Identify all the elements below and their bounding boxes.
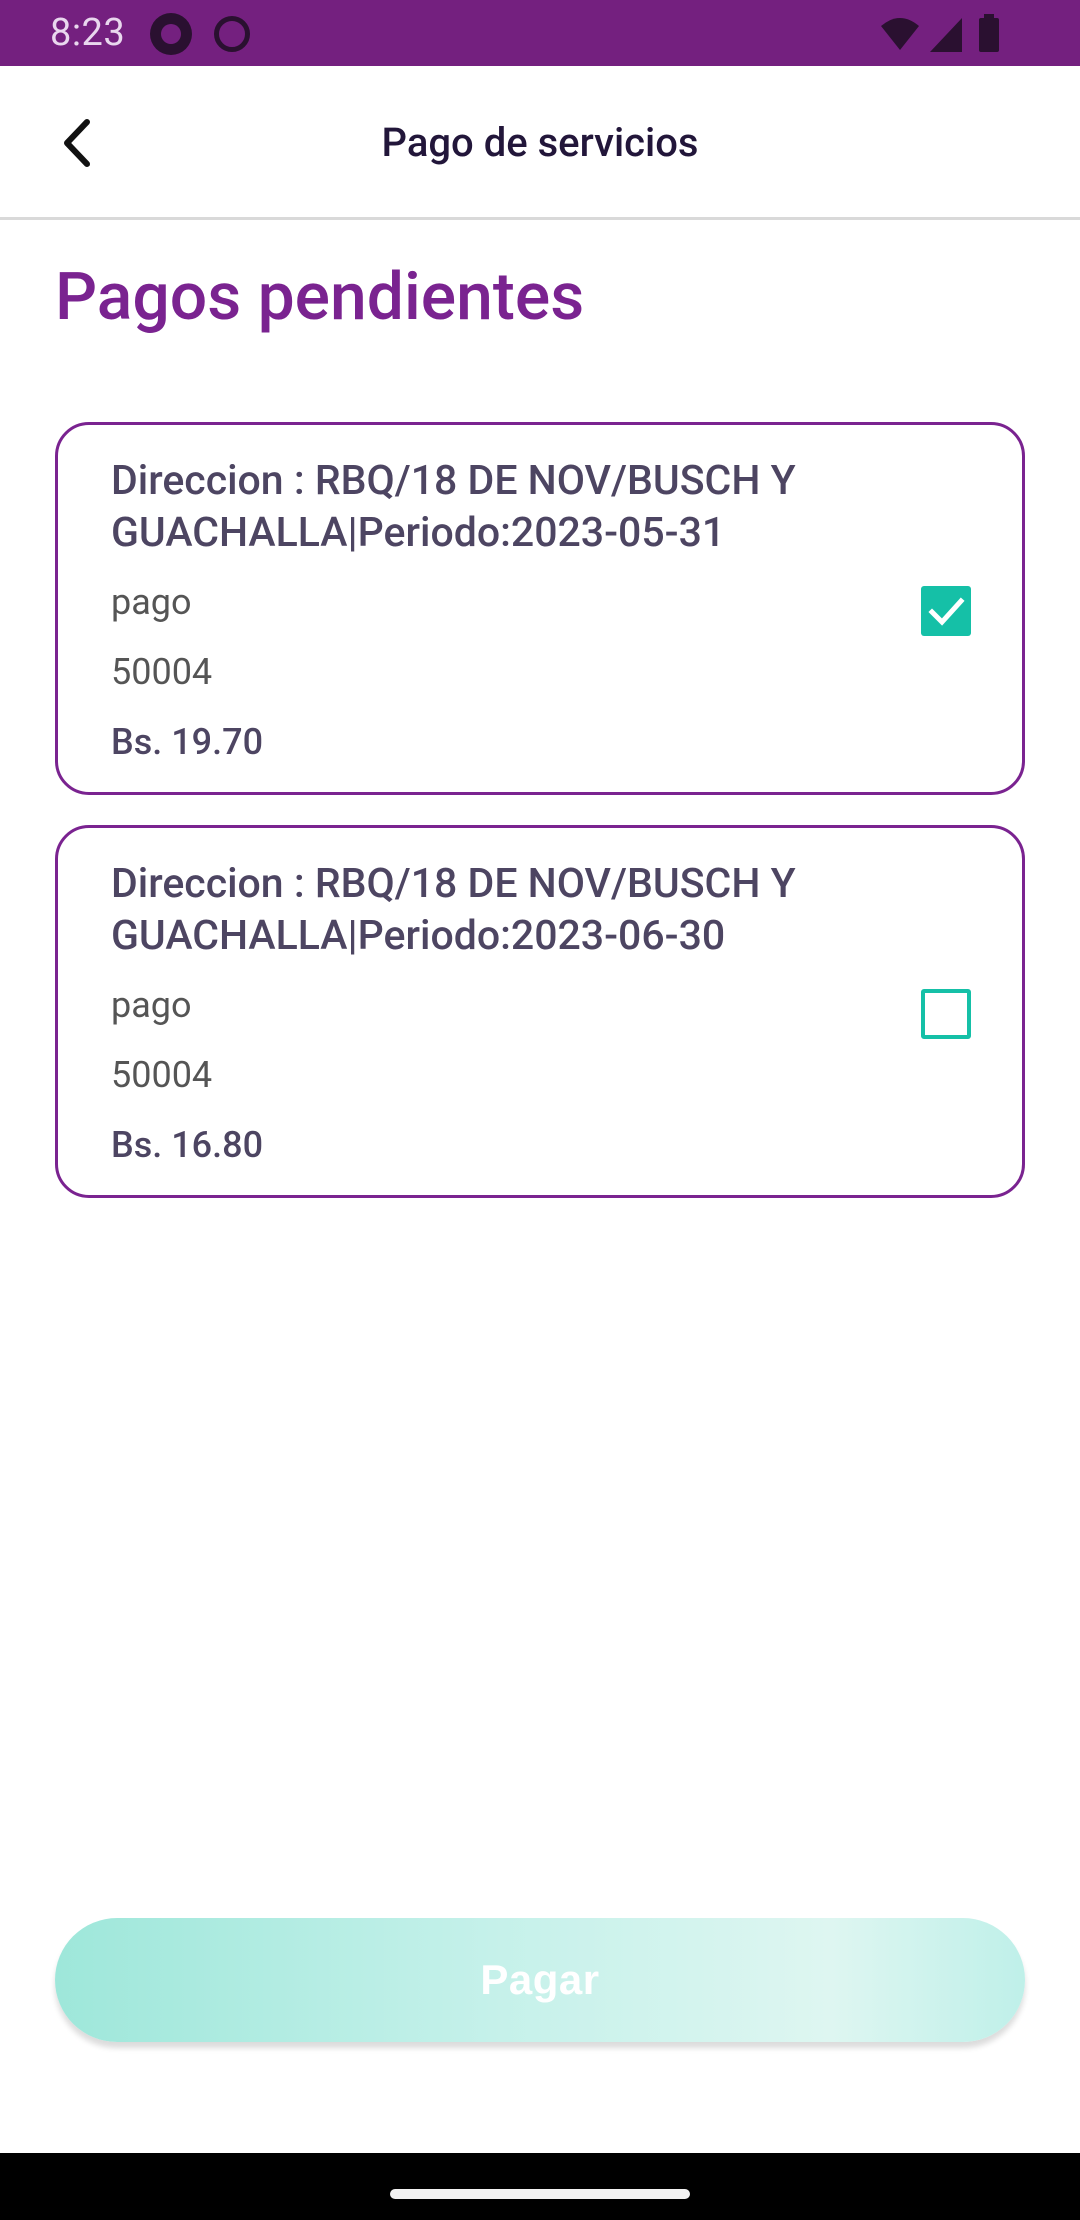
app-notification-icon <box>150 13 192 55</box>
home-gesture-handle[interactable] <box>390 2189 690 2199</box>
pay-button-label: Pagar <box>480 1956 600 2003</box>
wifi-icon <box>881 18 919 50</box>
battery-icon <box>979 14 999 52</box>
status-bar: 8:23 <box>0 0 1080 66</box>
payment-checkbox[interactable] <box>921 989 971 1039</box>
payment-checkbox[interactable] <box>921 586 971 636</box>
pay-button[interactable]: Pagar <box>55 1918 1025 2042</box>
payment-code: 50004 <box>111 651 213 693</box>
screen: 8:23 Pago de servicios Pagos pendientes <box>0 0 1080 2220</box>
app-bar: Pago de servicios <box>0 66 1080 220</box>
check-icon <box>928 597 965 626</box>
status-icons <box>880 14 1010 54</box>
android-debug-icon <box>214 16 250 52</box>
payment-card[interactable]: Direccion : RBQ/18 DE NOV/BUSCH Y GUACHA… <box>55 422 1025 795</box>
payment-code: 50004 <box>111 1054 213 1096</box>
payment-card[interactable]: Direccion : RBQ/18 DE NOV/BUSCH Y GUACHA… <box>55 825 1025 1198</box>
status-time: 8:23 <box>50 11 126 55</box>
payment-label: pago <box>111 581 192 623</box>
payment-amount: Bs. 16.80 <box>111 1124 264 1166</box>
payment-amount: Bs. 19.70 <box>111 721 264 763</box>
section-title: Pagos pendientes <box>55 259 585 336</box>
payment-address: Direccion : RBQ/18 DE NOV/BUSCH Y GUACHA… <box>111 860 796 960</box>
payment-address: Direccion : RBQ/18 DE NOV/BUSCH Y GUACHA… <box>111 457 796 557</box>
page-title: Pago de servicios <box>381 119 699 166</box>
payment-label: pago <box>111 984 192 1026</box>
system-nav-bar <box>0 2153 1080 2220</box>
cell-signal-icon <box>930 18 962 52</box>
